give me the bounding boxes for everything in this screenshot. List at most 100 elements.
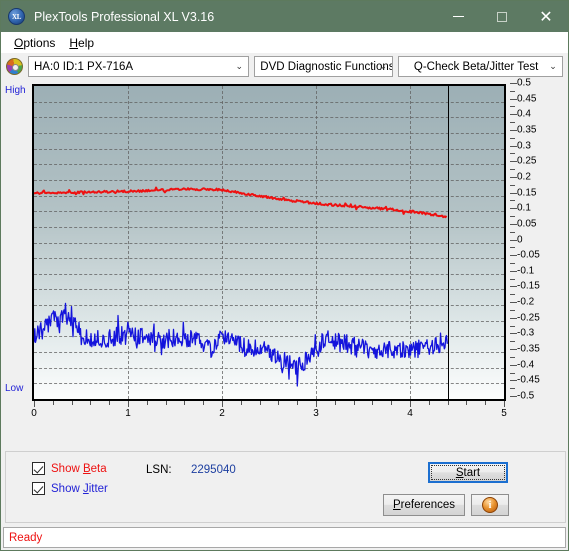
y-axis-tick [510,114,517,116]
y-axis-minor-tick [510,309,515,311]
y-axis-minor-tick [510,388,515,390]
y-axis-labels: 0.5 0.45 0.4 0.35 0.3 0.25 0.2 0.15 0.1 0.05 0 -0.0… [510,77,569,403]
y-axis-minor-tick [510,90,515,92]
x-axis-minor-tick [297,401,299,405]
trace-beta [34,186,448,219]
y-axis-tick-label: 0.2 [517,171,531,183]
x-axis-minor-tick [391,401,393,405]
y-axis-tick-label: -0.15 [517,280,540,292]
x-axis-minor-tick [278,401,280,405]
show-beta-checkbox[interactable] [32,462,45,475]
y-axis-minor-tick [510,169,515,171]
x-axis-minor-tick [259,401,261,405]
function-select[interactable]: DVD Diagnostic Functions ⌄ [254,56,394,77]
start-button[interactable]: Start [428,462,508,483]
test-select[interactable]: Q-Check Beta/Jitter Test ⌄ [398,56,563,77]
menu-item-help[interactable]: Help [62,34,101,52]
lsn-label: LSN: [146,464,172,476]
y-axis-tick-label: -0.3 [517,327,535,339]
x-axis-minor-tick [240,401,242,405]
y-axis-minor-tick [510,122,515,124]
x-axis-tick-label: 4 [407,408,413,419]
preferences-button-label: Preferences [392,499,455,511]
show-jitter-row[interactable]: Show Jitter [32,482,108,495]
minimize-button[interactable] [436,1,480,32]
y-axis-tick [510,349,517,351]
x-axis-minor-tick [447,401,449,405]
y-axis-tick [510,317,517,319]
y-axis-tick [510,208,517,210]
y-axis-tick-label: 0.1 [517,202,531,214]
x-axis-tick [34,401,35,407]
x-axis-minor-tick [184,401,186,405]
status-text: Ready [9,531,43,544]
y-axis-tick [510,364,517,366]
maximize-button[interactable] [480,1,524,32]
x-axis-minor-tick [109,401,111,405]
x-axis-minor-tick [203,401,205,405]
menu-bar: Options Help [1,32,568,53]
show-jitter-label: Show Jitter [51,482,108,495]
data-traces [34,186,448,387]
x-axis-tick-label: 3 [313,408,319,419]
chevron-down-icon: ⌄ [549,61,557,71]
y-axis-tick [510,270,517,272]
status-bar: Ready [3,527,566,548]
chart-panel: High Low 0.5 0.45 0.4 0.35 0.3 0.25 0.2 0.15 0.1… [5,78,564,426]
x-axis-tick [222,401,223,407]
x-axis-tick-label: 1 [125,408,131,419]
x-axis-minor-tick [353,401,355,405]
maximize-icon [497,11,507,22]
y-axis-minor-tick [510,247,515,249]
y-axis-tick [510,83,517,84]
x-axis-minor-tick [372,401,374,405]
title-bar: XL PlexTools Professional XL V3.16 ✕ [1,1,568,32]
y-axis-tick-label: -0.45 [517,374,540,386]
x-axis-minor-tick [334,401,336,405]
drive-select-value: HA:0 ID:1 PX-716A [34,60,134,73]
y-axis-minor-tick [510,184,515,186]
y-axis-tick [510,239,517,241]
x-axis-tick [316,401,317,407]
plot-area [32,84,506,401]
start-button-label: Start [431,465,505,480]
axis-label-low: Low [5,383,24,394]
y-axis-tick-label: 0.35 [517,124,537,136]
xl-logo-icon: XL [8,8,25,25]
close-button[interactable]: ✕ [524,1,568,32]
disc-icon [6,58,23,75]
y-axis-tick-label: 0.15 [517,187,537,199]
y-axis-tick-label: 0.5 [517,77,531,89]
y-axis-minor-tick [510,153,515,155]
y-axis-tick [510,161,517,163]
x-axis-minor-tick [485,401,487,405]
y-axis-minor-tick [510,356,515,358]
preferences-button[interactable]: Preferences [383,494,465,516]
minimize-icon [452,16,464,17]
plot-outer [32,84,506,406]
y-axis-minor-tick [510,106,515,108]
show-beta-row[interactable]: Show Beta [32,462,107,475]
x-axis-tick [410,401,411,407]
axis-label-high: High [5,85,26,96]
menu-item-options[interactable]: Options [7,34,62,52]
x-axis-tick [504,401,505,407]
y-axis-tick-label: -0.25 [517,312,540,324]
show-jitter-checkbox[interactable] [32,482,45,495]
y-axis-tick [510,98,517,100]
info-icon: i [482,497,498,513]
info-button[interactable]: i [471,494,509,516]
trace-jitter [34,302,448,387]
y-axis-tick-label: -0.1 [517,265,535,277]
y-axis-tick-label: -0.35 [517,343,540,355]
y-axis-tick-label: -0.2 [517,296,535,308]
chevron-down-icon: ⌄ [379,61,388,71]
data-end-marker [447,86,449,399]
y-axis-tick [510,145,517,147]
application-window: XL PlexTools Professional XL V3.16 ✕ Opt… [0,0,569,551]
y-axis-tick [510,333,517,335]
drive-select[interactable]: HA:0 ID:1 PX-716A ⌄ [28,56,250,77]
menu-help-rest: elp [78,35,95,50]
y-axis-tick [510,192,517,194]
window-controls: ✕ [436,1,568,32]
